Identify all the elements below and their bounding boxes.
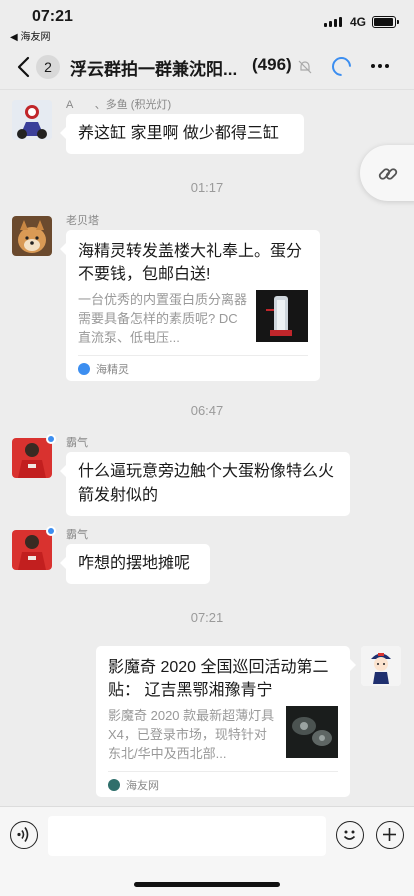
card-source: 海精灵 [96,363,129,376]
time-divider: 07:21 [190,610,224,625]
sender-name: 霸气 [66,437,88,449]
message-input[interactable] [48,816,326,856]
chat-header: 2 浮云群拍一群兼沈阳... (496) [0,44,414,90]
verified-dot-icon [46,526,56,536]
my-avatar[interactable] [361,646,401,686]
status-bar: 07:21 ◀ 海友网 4G [0,0,414,44]
card-description: 影魔奇 2020 款最新超薄灯具 X4，已登录市场，现特针对东北/华中及西北部.… [108,708,275,761]
status-time: 07:21 [32,8,73,25]
shiba-dog-avatar [12,216,52,256]
avatar[interactable] [12,438,52,478]
avatar[interactable] [12,100,52,140]
chat-title: 浮云群拍一群兼沈阳... [70,60,238,79]
avatar[interactable] [12,530,52,570]
sender-name: 霸气 [66,529,88,541]
time-divider: 01:17 [190,180,224,195]
sender-name: A 、多鱼 (积光灯) [66,99,172,111]
avatar[interactable] [12,216,52,256]
refresh-ring-icon[interactable] [328,53,355,80]
sender-name: 老贝塔 [66,215,99,227]
card-description: 一台优秀的内置蛋白质分离器需要具备怎样的素质呢? DC直流泵、低电压... [78,292,248,345]
signal-icon [324,17,342,27]
voice-input-icon[interactable] [10,821,38,849]
red-shirt-avatar [12,530,52,570]
back-to-app-link[interactable]: ◀ 海友网 [10,28,50,43]
more-functions-plus-icon[interactable] [376,821,404,849]
verified-dot-icon [46,434,56,444]
source-icon [78,362,90,375]
shared-link-card[interactable]: 影魔奇 2020 全国巡回活动第二贴： 辽吉黑鄂湘豫青宁 影魔奇 2020 款最… [96,646,356,797]
card-thumbnail [256,290,308,342]
home-indicator[interactable] [134,882,280,887]
source-icon [108,778,120,791]
battery-icon [372,16,399,28]
mute-bell-icon [298,60,312,74]
more-options-icon[interactable] [371,64,389,68]
unread-count-badge[interactable]: 2 [36,55,60,79]
card-title: 海精灵转发盖楼大礼奉上。蛋分不要钱，包邮白送! [78,243,303,283]
card-title: 影魔奇 2020 全国巡回活动第二贴： 辽吉黑鄂湘豫青宁 [108,659,329,699]
member-count: (496) [252,55,292,74]
cartoon-officer-avatar [361,646,401,686]
message-bubble[interactable]: 养这缸 家里啊 做少都得三缸 [60,114,304,154]
red-shirt-avatar [12,438,52,478]
motorcycle-rider-avatar [12,100,52,140]
emoji-icon[interactable] [336,821,364,849]
time-divider: 06:47 [190,403,224,418]
message-bubble[interactable]: 咋想的摆地摊呢 [60,544,210,584]
network-type: 4G [349,15,366,29]
card-source: 海友网 [126,779,159,792]
card-thumbnail [286,706,338,758]
message-bubble[interactable]: 什么逼玩意旁边触个大蛋粉像特么火箭发射似的 [60,452,350,516]
shared-link-card[interactable]: 海精灵转发盖楼大礼奉上。蛋分不要钱，包邮白送! 一台优秀的内置蛋白质分离器需要具… [60,230,320,381]
back-arrow-icon[interactable] [14,54,36,80]
